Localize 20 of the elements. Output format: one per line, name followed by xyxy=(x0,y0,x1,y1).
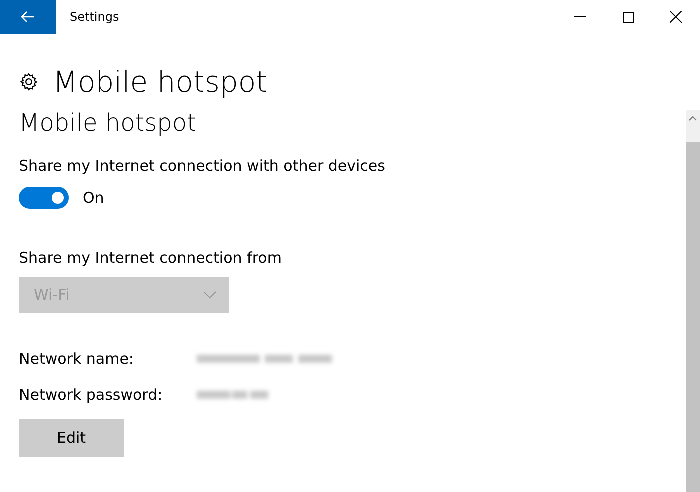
close-icon xyxy=(670,11,682,23)
network-label: Network name: xyxy=(19,350,135,368)
section-title: Mobile hotspot xyxy=(19,109,196,137)
window-title: Settings xyxy=(70,10,120,24)
chevron-down-icon xyxy=(203,291,217,299)
minimize-icon xyxy=(574,16,586,18)
toggle-label: Share my Internet connection with other devices xyxy=(19,157,386,175)
edit-button[interactable]: Edit xyxy=(19,419,124,457)
maximize-icon xyxy=(622,12,634,22)
scroll-up-button[interactable] xyxy=(686,110,700,142)
back-button[interactable] xyxy=(0,0,56,34)
dropdown-label: Share my Internet connection from xyxy=(19,249,282,267)
toggle-state-label: On xyxy=(83,189,104,207)
scrollbar-thumb[interactable] xyxy=(686,142,700,492)
page-title: Mobile hotspot xyxy=(53,65,268,99)
chevron-up-icon xyxy=(689,116,697,121)
back-arrow-icon xyxy=(21,11,35,23)
settings-icon xyxy=(19,72,39,92)
network-label: Network password: xyxy=(19,386,164,404)
toggle-switch[interactable] xyxy=(19,187,69,209)
